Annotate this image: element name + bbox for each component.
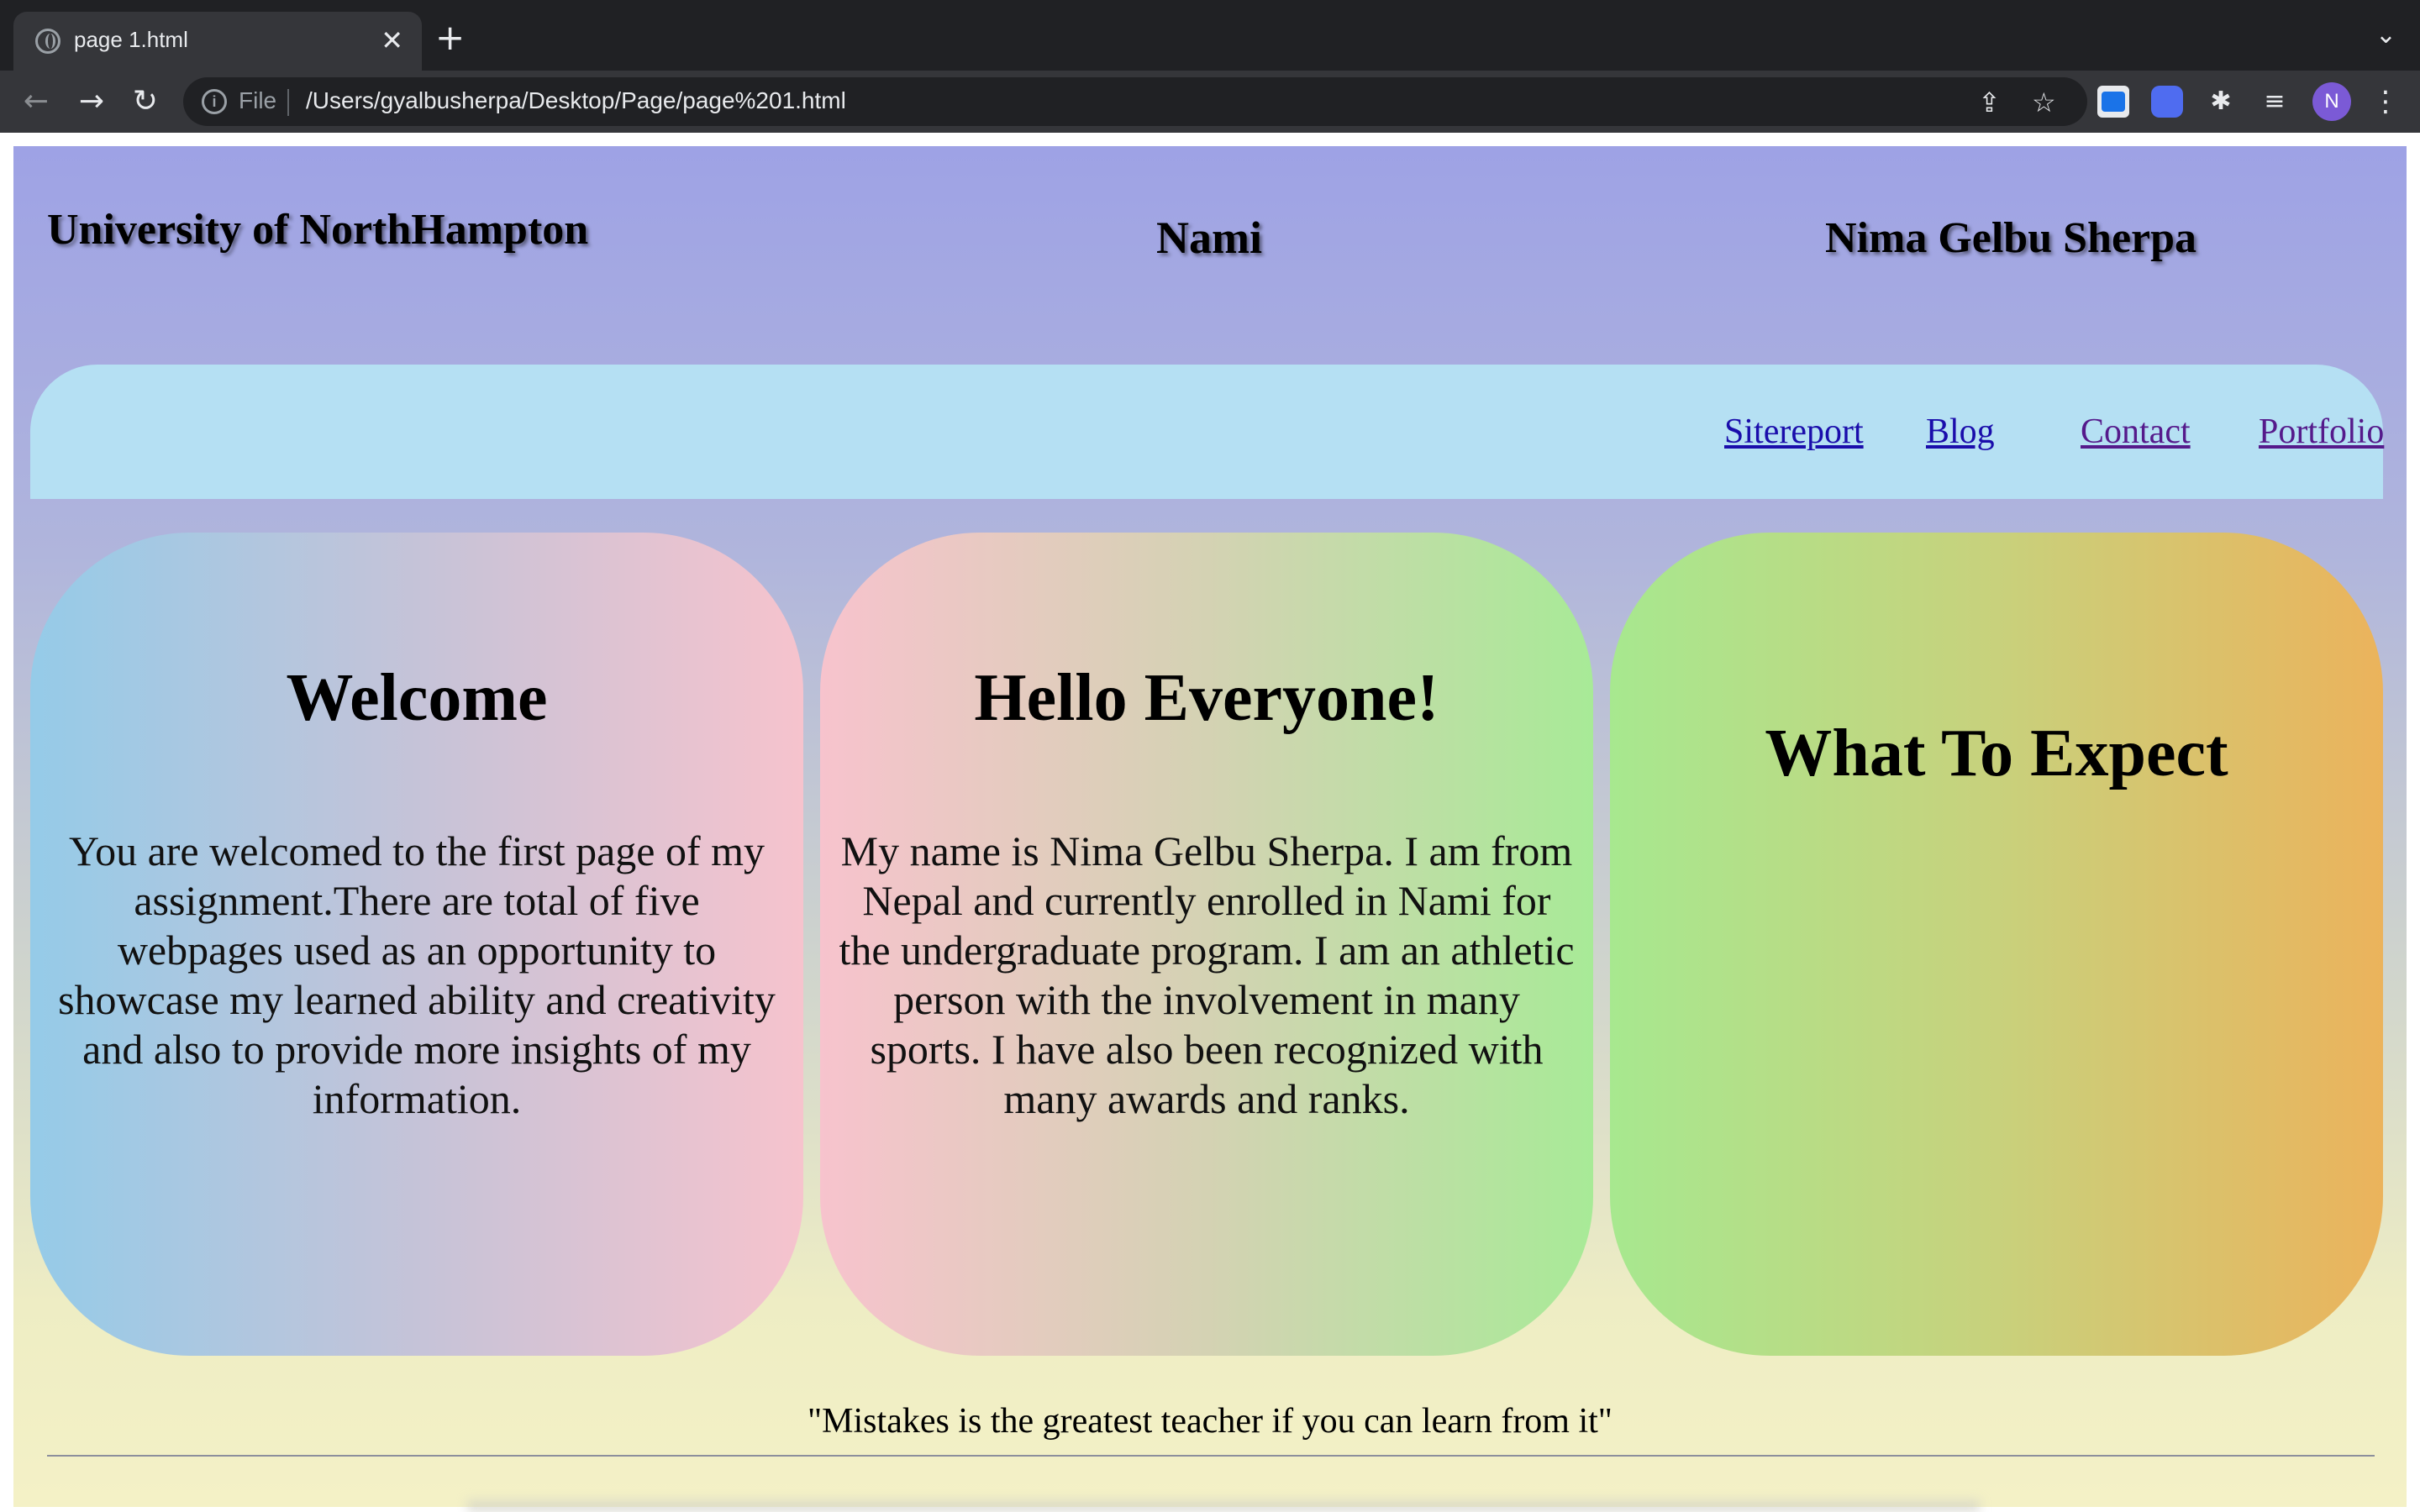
tv-extension-icon[interactable] — [2151, 86, 2183, 118]
nav-link-portfolio[interactable]: Portfolio — [2259, 412, 2384, 452]
reload-button[interactable]: ↻ — [126, 82, 165, 121]
address-bar[interactable]: i File /Users/gyalbusherpa/Desktop/Page/… — [183, 77, 2087, 126]
nav-link-blog[interactable]: Blog — [1926, 412, 1995, 452]
extensions-puzzle-icon[interactable]: ✱ — [2205, 86, 2237, 118]
forward-button[interactable]: → — [72, 82, 111, 121]
site-title: Nami — [1156, 213, 1262, 263]
tab-search-chevron-icon[interactable]: ⌄ — [2375, 20, 2396, 50]
welcome-card: Welcome You are welcomed to the first pa… — [30, 533, 803, 1356]
university-title: University of NorthHampton — [47, 206, 589, 254]
bookmark-star-icon[interactable]: ☆ — [2032, 86, 2056, 119]
hello-card: Hello Everyone! My name is Nima Gelbu Sh… — [820, 533, 1593, 1356]
page-viewport: University of NorthHampton Nami Nima Gel… — [0, 133, 2420, 1512]
card-text: You are welcomed to the first page of my… — [58, 827, 776, 1122]
tab-title: page 1.html — [74, 27, 188, 52]
back-button[interactable]: ← — [17, 82, 55, 121]
globe-icon — [35, 29, 60, 54]
scheme-label: File — [239, 87, 277, 113]
footer-divider — [47, 1455, 2375, 1457]
card-title: What To Expect — [1765, 717, 2228, 790]
nav-bar: Sitereport Blog Contact Portfolio — [30, 365, 2384, 499]
url-text[interactable]: /Users/gyalbusherpa/Desktop/Page/page%20… — [306, 87, 846, 114]
browser-tab-strip: page 1.html ✕ + ⌄ — [0, 0, 2420, 71]
what-to-expect-card: What To Expect — [1610, 533, 2383, 1356]
card-text: My name is Nima Gelbu Sherpa. I am from … — [839, 827, 1575, 1122]
site-info-icon[interactable]: i — [202, 89, 227, 114]
address-divider — [287, 89, 289, 116]
browser-tab[interactable]: page 1.html ✕ — [13, 12, 422, 71]
nav-link-sitereport[interactable]: Sitereport — [1724, 412, 1864, 452]
browser-toolbar: ← → ↻ i File /Users/gyalbusherpa/Desktop… — [0, 71, 2420, 133]
card-title: Welcome — [286, 661, 548, 735]
nav-link-contact[interactable]: Contact — [2081, 412, 2191, 452]
author-name: Nima Gelbu Sherpa — [1825, 214, 2197, 262]
screen-capture-extension-icon[interactable] — [2097, 86, 2129, 118]
page-body: University of NorthHampton Nami Nima Gel… — [13, 146, 2407, 1512]
close-tab-icon[interactable]: ✕ — [381, 24, 403, 57]
profile-avatar[interactable]: N — [2312, 82, 2351, 121]
reading-list-icon[interactable]: ≡ — [2259, 86, 2291, 118]
new-tab-button[interactable]: + — [435, 17, 465, 59]
share-icon[interactable]: ⇪ — [1978, 86, 2001, 119]
card-title: Hello Everyone! — [974, 661, 1439, 735]
footer-quote: "Mistakes is the greatest teacher if you… — [808, 1402, 1612, 1441]
browser-menu-icon[interactable]: ⋮ — [2371, 82, 2400, 121]
footer-shadow — [467, 1500, 1980, 1512]
